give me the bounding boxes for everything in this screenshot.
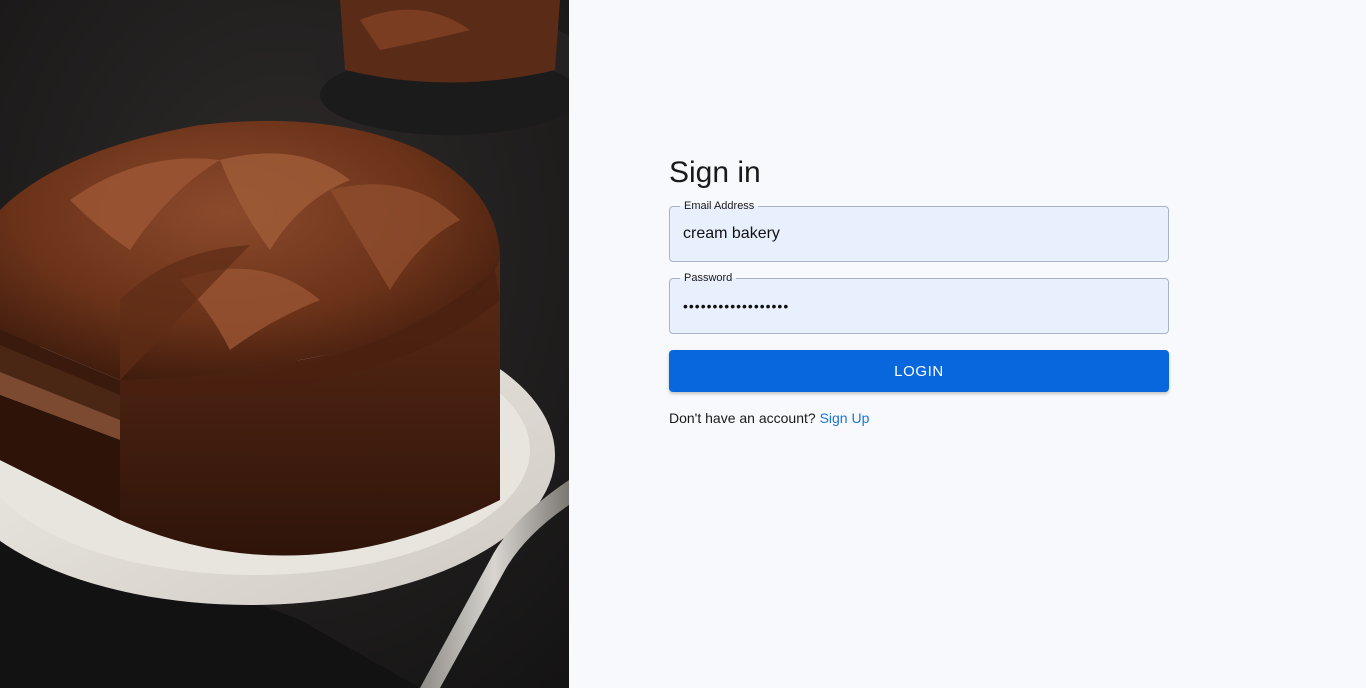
signup-link[interactable]: Sign Up	[820, 410, 870, 426]
signin-panel: Sign in Email Address Password LOGIN Don…	[569, 0, 1366, 688]
page-title: Sign in	[669, 156, 761, 189]
signup-row: Don't have an account? Sign Up	[669, 409, 1169, 427]
password-field[interactable]: Password	[669, 271, 1169, 334]
email-input[interactable]	[670, 207, 1168, 261]
login-button[interactable]: LOGIN	[669, 350, 1169, 392]
password-input[interactable]	[670, 279, 1168, 333]
email-field[interactable]: Email Address	[669, 199, 1169, 262]
hero-image	[0, 0, 569, 688]
signin-form: Sign in Email Address Password LOGIN Don…	[669, 154, 1169, 427]
signup-prompt: Don't have an account?	[669, 410, 816, 426]
chocolate-cake-photo	[0, 0, 569, 688]
